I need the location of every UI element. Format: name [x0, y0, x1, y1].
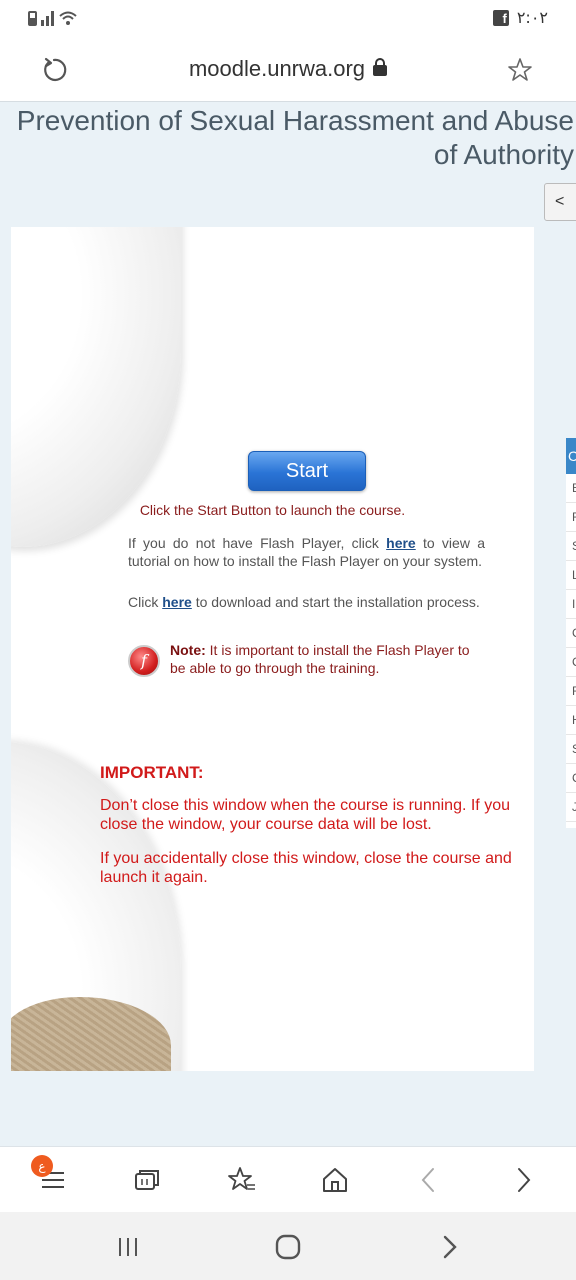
address-bar: moodle.unrwa.org — [0, 36, 576, 102]
menu-badge: ع — [31, 1155, 53, 1177]
info2-before: Click — [128, 594, 163, 610]
side-panel-item[interactable]: S — [566, 735, 576, 764]
signal-icon — [41, 10, 54, 26]
url-display[interactable]: moodle.unrwa.org — [0, 56, 576, 82]
tutorial-link[interactable]: here — [386, 535, 416, 551]
flash-download-text: Click here to download and start the ins… — [128, 593, 485, 611]
browser-toolbar: ع — [0, 1146, 576, 1212]
info1-before: If you do not have Flash Player, click — [128, 535, 387, 551]
home-icon[interactable] — [320, 1165, 350, 1195]
status-bar: f ٢:٠٢ — [0, 0, 576, 36]
info2-after: to download and start the installation p… — [191, 594, 480, 610]
lock-icon — [373, 58, 388, 76]
status-right: f ٢:٠٢ — [492, 8, 548, 27]
note-text: Note: It is important to install the Fla… — [170, 641, 488, 677]
important-warning-1: Don’t close this window when the course … — [100, 797, 510, 833]
hourglass-top-image — [11, 227, 181, 547]
status-time: ٢:٠٢ — [516, 8, 548, 27]
start-caption: Click the Start Button to launch the cou… — [139, 502, 406, 518]
home-nav-icon[interactable] — [273, 1232, 303, 1262]
back-nav-icon[interactable] — [435, 1232, 465, 1262]
side-panel-item[interactable]: F — [566, 503, 576, 532]
battery-icon — [28, 10, 37, 26]
status-left — [28, 10, 78, 26]
wifi-icon — [59, 11, 77, 25]
forward-icon[interactable] — [508, 1165, 538, 1195]
side-panel-header[interactable]: C — [566, 438, 576, 474]
flash-tutorial-text: If you do not have Flash Player, click h… — [128, 534, 485, 570]
system-nav-bar — [0, 1212, 576, 1280]
side-panel-item[interactable]: J — [566, 793, 576, 822]
url-text: moodle.unrwa.org — [188, 56, 366, 81]
side-panel: C E F S L I C C F H S C J — [566, 438, 576, 828]
important-warning-2: If you accidentally close this window, c… — [100, 850, 512, 886]
back-icon[interactable] — [414, 1165, 444, 1195]
note-label: Note: — [170, 642, 206, 658]
side-panel-item[interactable]: C — [566, 648, 576, 677]
flash-player-icon: f — [128, 645, 160, 677]
side-panel-item[interactable]: C — [566, 764, 576, 793]
bookmarks-icon[interactable] — [227, 1165, 257, 1195]
side-panel-item[interactable]: C — [566, 619, 576, 648]
download-link[interactable]: here — [162, 594, 192, 610]
important-heading: IMPORTANT: — [100, 763, 204, 782]
tabs-icon[interactable] — [132, 1165, 162, 1195]
side-panel-item[interactable]: L — [566, 561, 576, 590]
side-panel-item[interactable]: I — [566, 590, 576, 619]
side-panel-item[interactable]: H — [566, 706, 576, 735]
bookmark-star-icon[interactable] — [506, 56, 534, 84]
page-title: Prevention of Sexual Harassment and Abus… — [16, 105, 574, 170]
note-body: It is important to install the Flash Pla… — [170, 642, 470, 676]
facebook-icon: f — [492, 9, 509, 26]
start-button[interactable]: Start — [248, 451, 366, 491]
side-panel-item[interactable]: S — [566, 532, 576, 561]
side-panel-item[interactable]: F — [566, 677, 576, 706]
recent-apps-icon[interactable] — [113, 1232, 143, 1262]
course-frame: Start Click the Start Button to launch t… — [11, 227, 534, 1071]
collapse-button[interactable]: < — [544, 183, 576, 221]
side-panel-item[interactable]: E — [566, 474, 576, 503]
